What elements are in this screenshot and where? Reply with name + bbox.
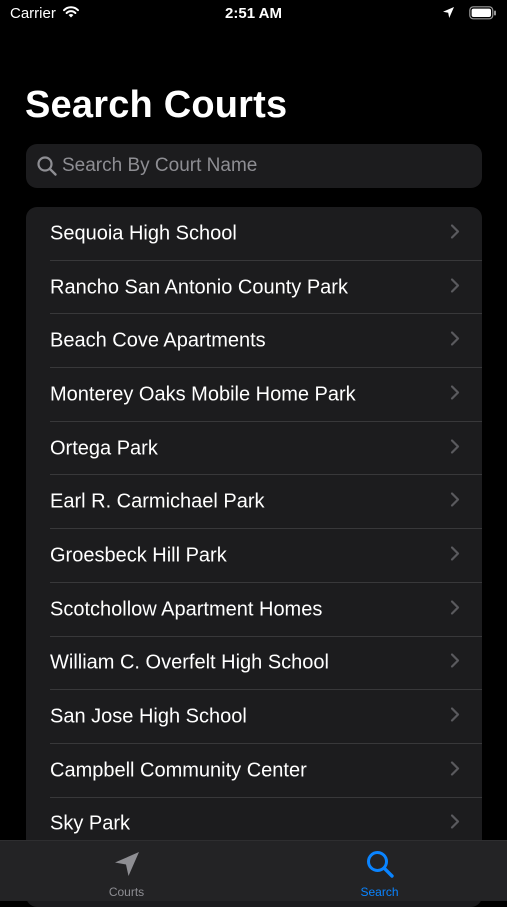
- court-name: Beach Cove Apartments: [50, 329, 266, 352]
- court-name: Sequoia High School: [50, 222, 237, 245]
- search-icon: [36, 155, 58, 182]
- court-name: Rancho San Antonio County Park: [50, 276, 348, 299]
- status-time: 2:51 AM: [225, 5, 282, 22]
- battery-icon: [469, 6, 497, 25]
- court-name: Ortega Park: [50, 437, 158, 460]
- chevron-right-icon: [450, 545, 460, 566]
- court-name: Sky Park: [50, 812, 131, 835]
- status-bar: Carrier 2:51 AM: [0, 0, 507, 30]
- tab-courts-label: Courts: [108, 885, 145, 899]
- chevron-right-icon: [450, 438, 460, 459]
- list-item[interactable]: Rancho San Antonio County Park: [26, 261, 482, 315]
- court-name: Groesbeck Hill Park: [50, 544, 227, 567]
- court-name: William C. Overfelt High School: [50, 651, 329, 674]
- court-name: San Jose High School: [50, 705, 247, 728]
- chevron-right-icon: [450, 492, 460, 513]
- list-item[interactable]: Beach Cove Apartments: [26, 314, 482, 369]
- search-icon: [365, 849, 395, 884]
- list-item[interactable]: Earl R. Carmichael Park: [26, 475, 482, 530]
- tab-search-label: Search: [360, 885, 399, 899]
- list-item[interactable]: Ortega Park: [26, 422, 482, 476]
- chevron-right-icon: [450, 384, 460, 405]
- chevron-right-icon: [450, 223, 460, 244]
- court-list: Sequoia High School Rancho San Antonio Co…: [26, 207, 482, 907]
- court-name: Scotchollow Apartment Homes: [50, 598, 323, 621]
- chevron-right-icon: [450, 814, 460, 835]
- list-item[interactable]: San Jose High School: [26, 690, 482, 744]
- list-item[interactable]: William C. Overfelt High School: [26, 637, 482, 691]
- chevron-right-icon: [450, 760, 460, 781]
- chevron-right-icon: [450, 599, 460, 620]
- court-name: Monterey Oaks Mobile Home Park: [50, 383, 356, 406]
- list-item[interactable]: Campbell Community Center: [26, 744, 482, 798]
- location-arrow-icon: [112, 849, 142, 884]
- chevron-right-icon: [450, 331, 460, 352]
- list-item[interactable]: Sequoia High School: [26, 207, 482, 261]
- court-name: Earl R. Carmichael Park: [50, 490, 265, 513]
- search-bar[interactable]: [26, 144, 482, 188]
- chevron-right-icon: [450, 707, 460, 728]
- page-title: Search Courts: [25, 84, 288, 126]
- tab-courts[interactable]: Courts: [0, 841, 253, 901]
- chevron-right-icon: [450, 653, 460, 674]
- chevron-right-icon: [450, 277, 460, 298]
- location-arrow-icon: [442, 6, 455, 24]
- tab-bar: Courts Search: [0, 840, 507, 901]
- list-item[interactable]: Scotchollow Apartment Homes: [26, 583, 482, 637]
- list-item[interactable]: Groesbeck Hill Park: [26, 529, 482, 583]
- tab-search[interactable]: Search: [253, 841, 506, 901]
- list-item[interactable]: Monterey Oaks Mobile Home Park: [26, 368, 482, 422]
- court-name: Campbell Community Center: [50, 759, 307, 782]
- search-input[interactable]: [62, 144, 472, 188]
